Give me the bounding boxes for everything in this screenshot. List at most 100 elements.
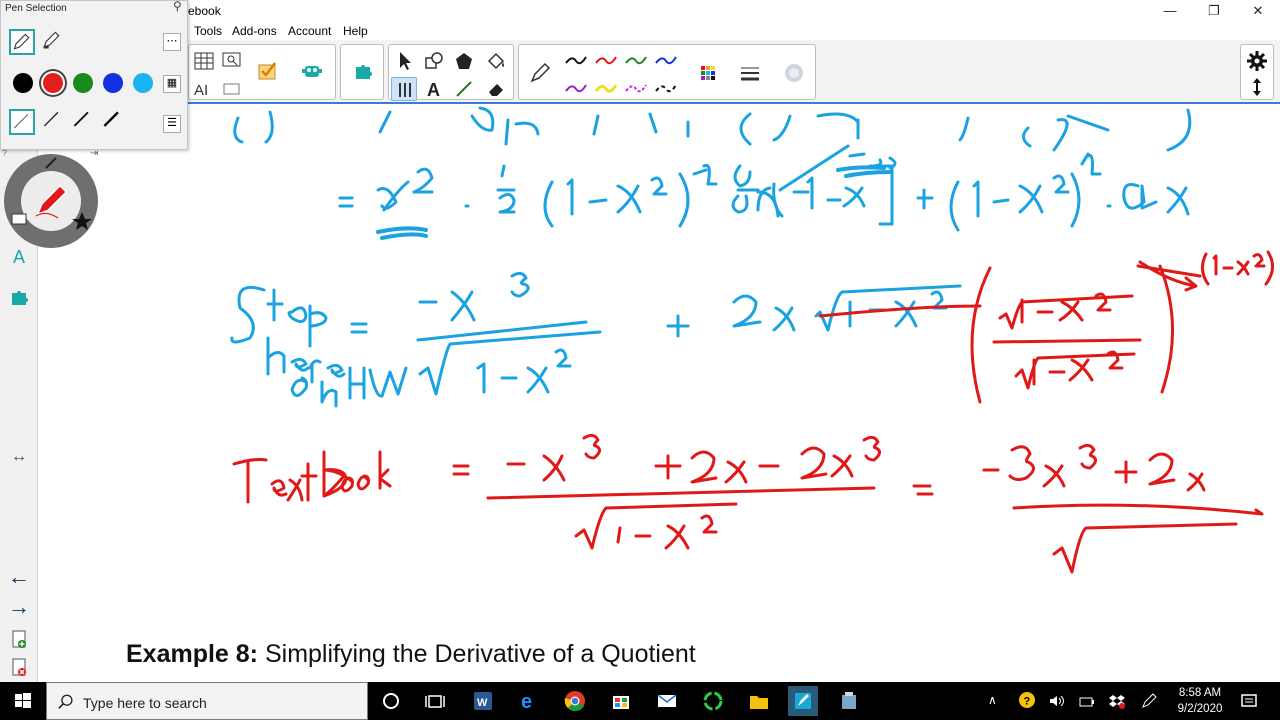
toolbar-group-addons (340, 44, 384, 100)
notebook-canvas[interactable]: Example 8: Simplifying the Derivative of… (38, 106, 1280, 682)
svg-text:AI: AI (194, 82, 208, 99)
dropbox-icon[interactable] (1108, 692, 1126, 720)
pen-style-green[interactable] (623, 49, 649, 73)
text-size-icon[interactable]: AI (191, 77, 217, 101)
pen-type-menu-icon[interactable]: ⋯ (163, 33, 181, 51)
tray-overflow-icon[interactable]: ∧ (988, 693, 997, 720)
pen-workspace-icon[interactable] (1140, 692, 1158, 720)
window-title: ebook (188, 4, 221, 18)
help-icon[interactable]: ? (2, 148, 7, 158)
pen-style-yellow[interactable] (593, 77, 619, 101)
previous-page-icon[interactable]: ← (8, 566, 30, 588)
clock-time: 8:58 AM (1178, 687, 1222, 699)
task-view-icon[interactable] (420, 686, 450, 716)
toolbar-group-pen-styles (518, 44, 816, 100)
refresh-app-icon[interactable] (698, 686, 728, 716)
pen-style-red[interactable] (593, 49, 619, 73)
collapse-icon[interactable]: ⇥ (90, 148, 98, 159)
store-icon[interactable] (606, 686, 636, 716)
menu-help[interactable]: Help (343, 24, 368, 38)
toolbar-group-insert: AI (188, 44, 336, 100)
pin-icon[interactable]: ⚲ (173, 0, 182, 13)
eraser-icon[interactable] (483, 77, 509, 101)
delete-page-icon[interactable] (8, 656, 30, 678)
line-width-medium[interactable] (41, 109, 67, 135)
pen-type-pen[interactable] (9, 29, 35, 55)
shapes-icon[interactable] (421, 49, 447, 73)
text-tool-icon[interactable]: A (421, 77, 447, 101)
document-camera-icon[interactable] (834, 686, 864, 716)
pens-icon[interactable] (391, 77, 417, 101)
puzzle-icon[interactable] (350, 59, 376, 83)
video-icon[interactable] (219, 77, 245, 101)
line-width-thickest[interactable] (101, 109, 127, 135)
volume-icon[interactable] (1048, 692, 1066, 720)
fill-effects-icon[interactable] (781, 61, 807, 85)
polygon-icon[interactable] (451, 49, 477, 73)
restore-button[interactable]: ❐ (1192, 0, 1236, 22)
svg-text:e: e (521, 691, 532, 713)
add-page-icon[interactable] (8, 628, 30, 650)
color-red[interactable] (43, 73, 63, 93)
chrome-icon[interactable] (560, 686, 590, 716)
fill-icon[interactable] (483, 49, 509, 73)
screen-capture-icon[interactable] (219, 49, 245, 73)
next-page-icon[interactable]: → (8, 596, 30, 618)
mail-icon[interactable] (652, 686, 682, 716)
color-palette-more-icon[interactable]: ▦ (163, 75, 181, 93)
menu-tools[interactable]: Tools (194, 24, 222, 38)
svg-text:?: ? (1024, 696, 1031, 708)
color-blue[interactable] (103, 73, 123, 93)
minimize-button[interactable]: — (1148, 0, 1192, 22)
color-black[interactable] (13, 73, 33, 93)
handwriting-ink (230, 106, 1274, 574)
search-icon (58, 694, 73, 709)
network-icon[interactable] (1078, 692, 1096, 720)
sidebar-addons-icon[interactable] (8, 286, 30, 308)
color-palette-icon[interactable] (695, 61, 721, 85)
example-label: Example 8: (126, 640, 259, 668)
smart-notebook-taskbar-icon[interactable] (788, 686, 818, 716)
line-width-menu-icon[interactable]: ☰ (163, 115, 181, 133)
settings-gear-icon[interactable] (1244, 49, 1270, 73)
toolbar: AI A (0, 40, 1280, 104)
lesson-activity-icon[interactable] (255, 59, 281, 83)
addon-monster-icon[interactable] (299, 59, 325, 83)
edge-icon[interactable]: e (514, 686, 544, 716)
line-tool-icon[interactable] (451, 77, 477, 101)
taskbar-search[interactable]: Type here to search (46, 682, 368, 720)
pen-type-highlighter[interactable] (41, 29, 67, 55)
menu-addons[interactable]: Add-ons (232, 24, 277, 38)
toolbar-group-tools: A (388, 44, 514, 101)
pen-selection-title: Pen Selection (5, 3, 67, 14)
pen-style-magenta[interactable] (623, 77, 649, 101)
color-light-blue[interactable] (133, 73, 153, 93)
start-button[interactable] (0, 682, 46, 720)
word-icon[interactable]: W (468, 686, 498, 716)
window-title-bar: ebook — ❐ ✕ (0, 0, 1280, 22)
taskbar-clock[interactable]: 8:58 AM 9/2/2020 (1168, 685, 1232, 717)
menu-bar: Tools Add-ons Account Help (0, 22, 1280, 40)
resize-sidebar-icon[interactable]: ↔ (8, 446, 30, 468)
line-width-thick[interactable] (71, 109, 97, 135)
line-properties-icon[interactable] (737, 61, 763, 85)
pen-style-black[interactable] (563, 49, 589, 73)
pen-icon[interactable] (527, 61, 553, 85)
search-placeholder: Type here to search (83, 695, 207, 711)
pen-style-blue[interactable] (653, 49, 679, 73)
cortana-icon[interactable] (376, 686, 406, 716)
radial-pen-tool[interactable]: ? ⇥ (2, 148, 100, 250)
pen-style-purple[interactable] (563, 77, 589, 101)
select-arrow-icon[interactable] (391, 49, 417, 73)
toolbar-move-icon[interactable] (1244, 75, 1270, 99)
color-green[interactable] (73, 73, 93, 93)
notifications-icon[interactable] (1240, 692, 1258, 720)
file-explorer-icon[interactable] (744, 686, 774, 716)
pen-style-dashed[interactable] (653, 77, 679, 101)
menu-account[interactable]: Account (288, 24, 331, 38)
close-button[interactable]: ✕ (1236, 0, 1280, 22)
help-tray-icon[interactable]: ? (1018, 691, 1036, 720)
table-icon[interactable] (191, 49, 217, 73)
example-title: Simplifying the Derivative of a Quotient (258, 640, 696, 668)
line-width-thin[interactable] (9, 109, 35, 135)
